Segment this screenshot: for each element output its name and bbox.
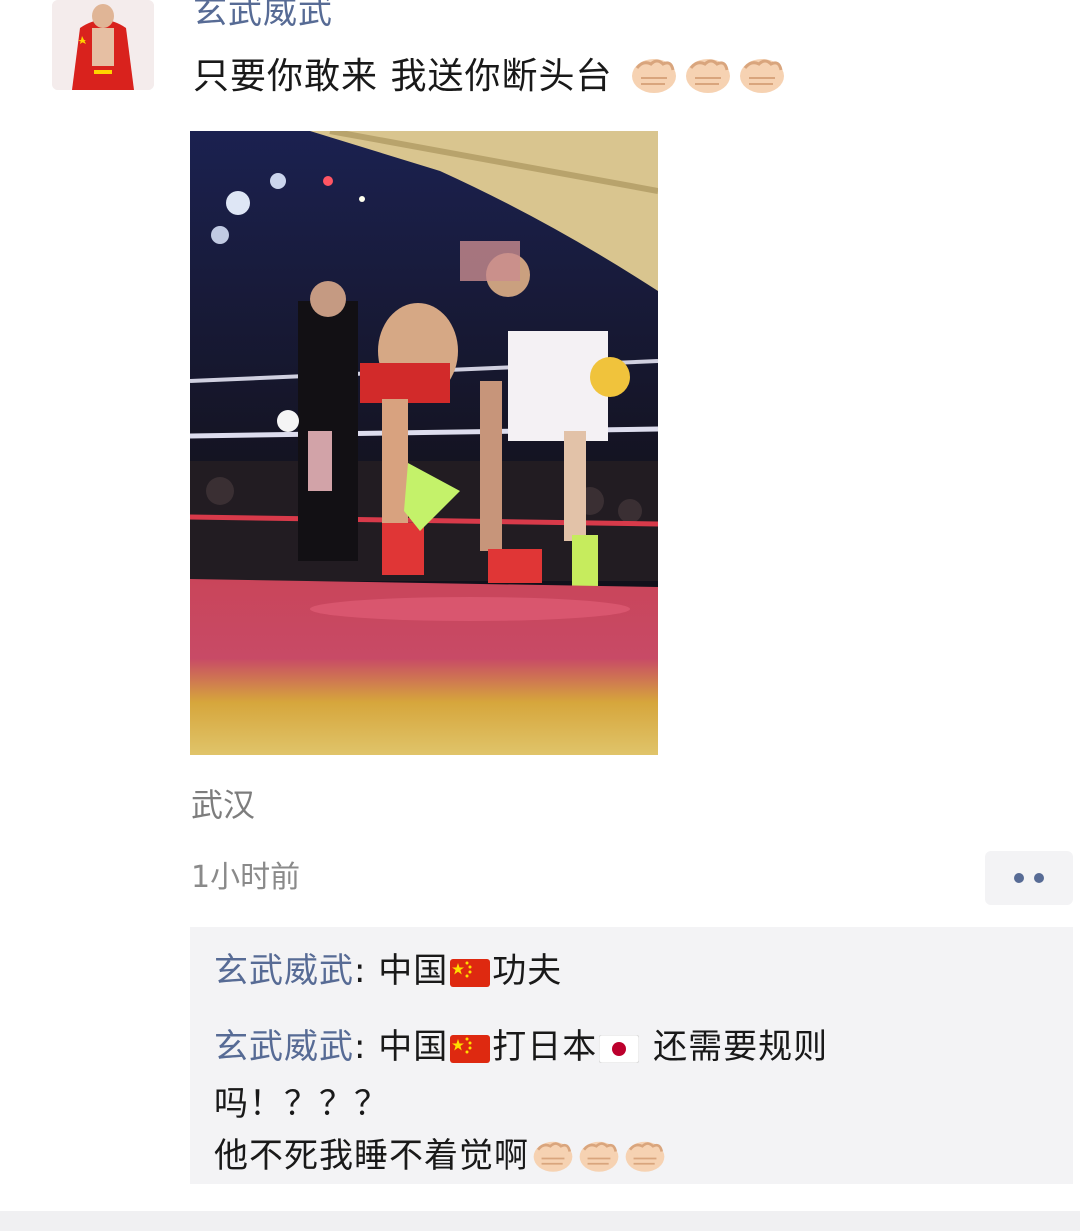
comment-item[interactable]: 玄武威武: 中国 打日本 还需要规则吗！？？？ 他不死我睡不着觉啊	[214, 1021, 914, 1182]
comment-author[interactable]: 玄武威武	[214, 951, 354, 991]
fist-bump-icon	[623, 1135, 667, 1175]
post-author-name[interactable]: 玄武威武	[193, 0, 333, 34]
fist-bump-icon	[683, 52, 733, 96]
fist-bump-icon	[531, 1135, 575, 1175]
comment-text: 中国	[378, 951, 449, 991]
fist-bump-icon	[577, 1135, 621, 1175]
japan-flag-icon	[598, 1026, 640, 1078]
more-dots-icon	[1034, 873, 1044, 883]
fist-bump-icon	[629, 52, 679, 96]
comment-text: 还需要规则	[641, 1027, 829, 1067]
comment-separator: :	[354, 951, 379, 991]
more-dots-icon	[1014, 873, 1024, 883]
comment-text: 吗！？？？	[214, 1084, 389, 1124]
post-photo[interactable]	[190, 131, 658, 755]
post-text: 只要你敢来 我送你断头台	[193, 52, 787, 102]
divider	[0, 1211, 1080, 1231]
more-actions-button[interactable]	[985, 851, 1073, 905]
comment-item[interactable]: 玄武威武: 中国 功夫	[214, 945, 562, 1002]
comment-text: 功夫	[492, 951, 563, 991]
comment-text: 打日本	[492, 1027, 598, 1067]
comment-author[interactable]: 玄武威武	[214, 1027, 354, 1067]
author-avatar[interactable]	[52, 0, 154, 90]
comment-text: 他不死我睡不着觉啊	[214, 1136, 529, 1176]
comment-separator: :	[354, 1027, 379, 1067]
china-flag-icon	[450, 1026, 491, 1078]
comments-section: 玄武威武: 中国 功夫 玄武威武: 中国 打日本 还需要规则 吗！？？？ 他不死我睡不着…	[190, 927, 1073, 1184]
post-time: 1小时前	[191, 860, 301, 895]
post-location[interactable]: 武汉	[191, 783, 255, 827]
china-flag-icon	[450, 950, 491, 1002]
post-text-content: 只要你敢来 我送你断头台	[193, 56, 613, 97]
comment-text: 中国	[378, 1027, 449, 1067]
fist-bump-icon	[737, 52, 787, 96]
